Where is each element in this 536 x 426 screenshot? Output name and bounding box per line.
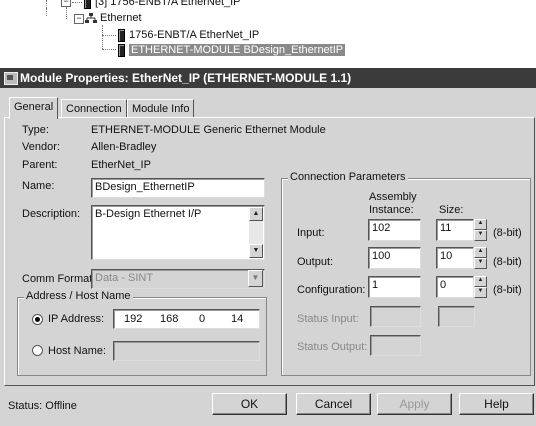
network-icon xyxy=(85,12,97,23)
output-size-spinner[interactable]: ▲ ▼ xyxy=(474,247,487,269)
status-text: Status: Offline xyxy=(8,400,77,412)
spin-down-icon[interactable]: ▼ xyxy=(474,287,487,298)
collapse-toggle[interactable]: − xyxy=(74,14,84,24)
help-button[interactable]: Help xyxy=(459,393,534,415)
name-label: Name: xyxy=(22,180,55,192)
spin-down-icon[interactable]: ▼ xyxy=(474,258,487,269)
status-output-instance-field[interactable] xyxy=(370,335,421,356)
apply-button[interactable]: Apply xyxy=(377,393,452,415)
type-label: Type: xyxy=(22,124,49,136)
spin-up-icon[interactable]: ▲ xyxy=(474,276,487,287)
dialog-title: Module Properties: EtherNet_IP (ETHERNET… xyxy=(20,71,352,85)
tab-connection[interactable]: Connection xyxy=(61,99,127,118)
module-icon xyxy=(84,0,91,9)
address-group-title: Address / Host Name xyxy=(24,290,133,302)
output-instance-field[interactable]: 100 xyxy=(368,247,421,269)
host-name-radio[interactable] xyxy=(32,345,43,356)
ip-octet-1: 192 xyxy=(124,313,143,325)
input-label: Input: xyxy=(297,227,325,239)
size-header: Size: xyxy=(439,204,464,216)
status-input-label: Status Input: xyxy=(297,313,359,325)
ip-octet-4: 14 xyxy=(231,313,244,325)
tree-item-label: 1756-ENBT/A EtherNet_IP xyxy=(129,29,260,41)
tree-item-label: ETHERNET-MODULE BDesign_EthernetIP xyxy=(129,44,346,56)
tree-item-ethernet-module[interactable]: ETHERNET-MODULE BDesign_EthernetIP xyxy=(118,43,346,57)
config-unit: (8-bit) xyxy=(493,284,522,296)
tree-item-ethernet[interactable]: Ethernet xyxy=(85,11,142,25)
output-label: Output: xyxy=(297,256,334,268)
ip-octet-2: 168 xyxy=(160,313,179,325)
input-size-spinner[interactable]: ▲ ▼ xyxy=(474,219,487,241)
description-field[interactable]: B-Design Ethernet I/P xyxy=(91,205,265,260)
tree-item-enbt-module[interactable]: [3] 1756-ENBT/A EtherNet_IP xyxy=(84,0,241,9)
module-icon xyxy=(118,43,125,57)
spin-down-icon[interactable]: ▼ xyxy=(474,230,487,241)
dialog-title-bar[interactable]: Module Properties: EtherNet_IP (ETHERNET… xyxy=(0,68,536,88)
output-unit: (8-bit) xyxy=(493,256,522,268)
ip-octet-3: 0 xyxy=(199,313,206,325)
input-unit: (8-bit) xyxy=(493,227,522,239)
ip-address-label: IP Address: xyxy=(48,313,105,325)
spin-up-icon[interactable]: ▲ xyxy=(474,247,487,258)
comm-format-value: Data - SINT xyxy=(95,272,154,284)
instance-header: Instance: xyxy=(369,204,414,216)
tab-module-info[interactable]: Module Info xyxy=(127,99,195,118)
window-icon xyxy=(4,72,18,85)
description-label: Description: xyxy=(22,208,81,220)
description-text: B-Design Ethernet I/P xyxy=(95,208,202,220)
spin-up-icon[interactable]: ▲ xyxy=(474,219,487,230)
input-instance-field[interactable]: 102 xyxy=(368,219,421,241)
config-size-field[interactable]: 0 xyxy=(436,276,474,298)
tree-item-label: Ethernet xyxy=(100,12,142,24)
status-input-instance-field[interactable] xyxy=(370,306,421,327)
status-input-size-field[interactable] xyxy=(438,306,475,327)
module-icon xyxy=(118,28,125,42)
ok-button[interactable]: OK xyxy=(212,393,287,415)
tree-item-label: [3] 1756-ENBT/A EtherNet_IP xyxy=(95,0,241,8)
name-field[interactable]: BDesign_EthernetIP xyxy=(91,178,265,198)
host-name-field[interactable] xyxy=(113,341,260,361)
parent-label: Parent: xyxy=(22,159,58,171)
tab-general[interactable]: General xyxy=(9,97,59,119)
parent-value: EtherNet_IP xyxy=(91,159,151,171)
assembly-header: Assembly xyxy=(369,191,417,203)
ip-address-radio[interactable] xyxy=(32,314,43,325)
description-scrollbar[interactable]: ▲ ▼ xyxy=(249,207,263,258)
scroll-up-icon[interactable]: ▲ xyxy=(249,207,263,221)
comm-format-label: Comm Format: xyxy=(22,273,96,285)
vendor-label: Vendor: xyxy=(22,141,60,153)
vendor-value: Allen-Bradley xyxy=(91,141,157,153)
type-value: ETHERNET-MODULE Generic Ethernet Module xyxy=(91,124,326,136)
status-output-label: Status Output: xyxy=(297,341,368,353)
controller-organizer-tree: − [3] 1756-ENBT/A EtherNet_IP − Ethernet… xyxy=(0,0,536,68)
collapse-toggle[interactable]: − xyxy=(61,0,71,7)
ip-address-field[interactable]: 192 168 0 14 xyxy=(113,309,260,329)
output-size-field[interactable]: 10 xyxy=(436,247,474,269)
chevron-down-icon[interactable]: ▼ xyxy=(248,270,263,287)
conn-group-title: Connection Parameters xyxy=(288,171,408,183)
host-name-label: Host Name: xyxy=(48,345,107,357)
input-size-field[interactable]: 11 xyxy=(436,219,474,241)
config-instance-field[interactable]: 1 xyxy=(368,276,421,298)
tree-item-enbt-child[interactable]: 1756-ENBT/A EtherNet_IP xyxy=(118,28,259,42)
config-size-spinner[interactable]: ▲ ▼ xyxy=(474,276,487,298)
configuration-label: Configuration: xyxy=(297,284,366,296)
cancel-button[interactable]: Cancel xyxy=(296,393,371,415)
comm-format-select[interactable]: Data - SINT xyxy=(91,269,265,289)
scroll-down-icon[interactable]: ▼ xyxy=(249,244,263,258)
